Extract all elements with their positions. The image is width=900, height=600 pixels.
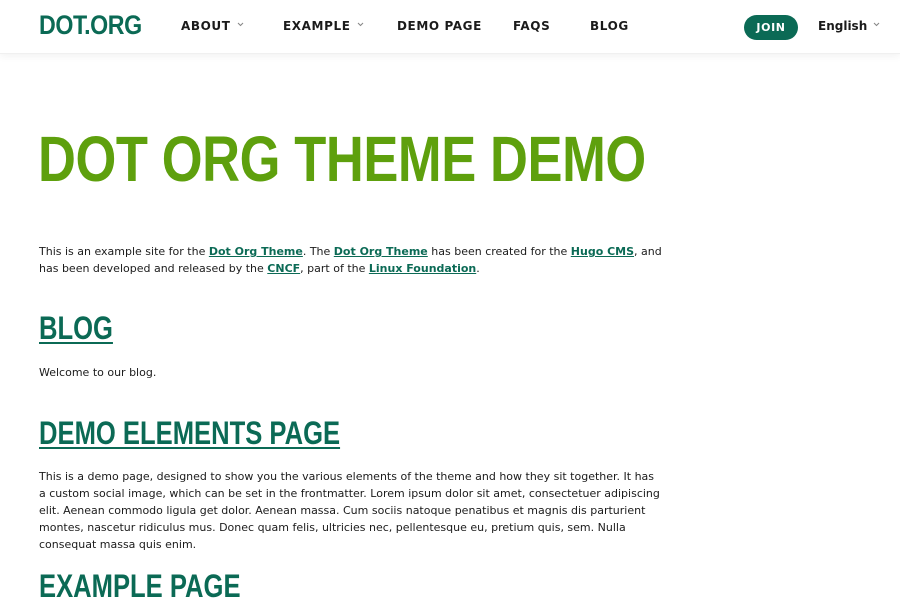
site-logo[interactable]: DOT.ORG	[39, 10, 142, 41]
linux-foundation-link[interactable]: Linux Foundation	[369, 262, 476, 275]
nav-demo-page[interactable]: DEMO PAGE	[397, 19, 482, 33]
chevron-down-icon	[237, 21, 244, 28]
nav-example-label: EXAMPLE	[283, 19, 351, 33]
cncf-link[interactable]: CNCF	[267, 262, 300, 275]
chevron-down-icon	[357, 21, 364, 28]
site-header: DOT.ORG ABOUT EXAMPLE DEMO PAGE FAQS BLO…	[0, 0, 900, 54]
page-title: DOT ORG THEME DEMO	[38, 123, 646, 195]
blog-heading-link[interactable]: BLOG	[39, 310, 113, 347]
blog-summary: Welcome to our blog.	[39, 366, 157, 379]
demo-elements-heading-link[interactable]: DEMO ELEMENTS PAGE	[39, 415, 340, 452]
language-selector[interactable]: English	[818, 19, 880, 33]
nav-about-label: ABOUT	[181, 19, 231, 33]
nav-example[interactable]: EXAMPLE	[283, 19, 364, 33]
example-page-heading-link[interactable]: EXAMPLE PAGE	[39, 568, 241, 600]
join-button[interactable]: JOIN	[744, 15, 798, 40]
hugo-cms-link[interactable]: Hugo CMS	[571, 245, 634, 258]
nav-blog[interactable]: BLOG	[590, 19, 629, 33]
nav-about[interactable]: ABOUT	[181, 19, 244, 33]
chevron-down-icon	[873, 21, 880, 28]
intro-paragraph: This is an example site for the Dot Org …	[39, 245, 662, 275]
dot-org-theme-link[interactable]: Dot Org Theme	[209, 245, 303, 258]
language-label: English	[818, 19, 868, 33]
demo-elements-summary: This is a demo page, designed to show yo…	[39, 470, 660, 551]
dot-org-theme-link-2[interactable]: Dot Org Theme	[334, 245, 428, 258]
nav-faqs[interactable]: FAQS	[513, 19, 550, 33]
